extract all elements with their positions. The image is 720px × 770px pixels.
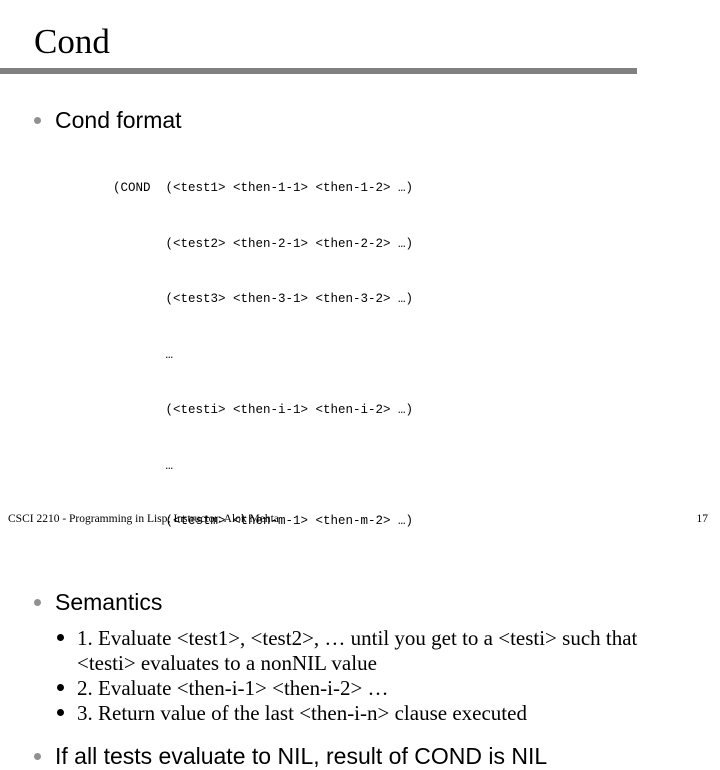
- bullet-all-nil-label: If all tests evaluate to NIL, result of …: [55, 742, 548, 769]
- code-line: (<testi> <then-i-1> <then-i-2> …): [113, 403, 414, 417]
- semantics-step-2-label: 2. Evaluate <then-i-1> <then-i-2> …: [77, 675, 389, 700]
- bullet-cond-format-label: Cond format: [55, 107, 182, 133]
- semantics-step-2: 2. Evaluate <then-i-1> <then-i-2> …: [0, 676, 720, 701]
- semantics-step-3-label: 3. Return value of the last <then-i-n> c…: [77, 700, 527, 725]
- bullet-semantics: Semantics: [0, 588, 720, 616]
- code-line: (<test2> <then-2-1> <then-2-2> …): [113, 236, 414, 251]
- code-block: (COND (<test1> <then-1-1> <then-1-2> …) …: [0, 142, 720, 568]
- page-title: Cond: [34, 22, 110, 61]
- footer-course-info: CSCI 2210 - Programming in Lisp; Instruc…: [8, 513, 279, 525]
- semantics-step-1: 1. Evaluate <test1>, <test2>, … until yo…: [0, 626, 720, 676]
- bullet-all-nil: If all tests evaluate to NIL, result of …: [0, 742, 720, 770]
- slide-body: Cond format (COND (<test1> <then-1-1> <t…: [0, 106, 720, 770]
- bullet-marker-icon: [57, 708, 64, 716]
- title-divider: [0, 68, 637, 74]
- footer-page-number: 17: [696, 513, 709, 525]
- code-line: …: [113, 347, 174, 362]
- bullet-marker-icon: [34, 598, 41, 606]
- bullet-marker-icon: [57, 683, 64, 691]
- bullet-semantics-label: Semantics: [55, 588, 163, 615]
- bullet-marker-icon: [57, 633, 64, 641]
- code-line: …: [113, 458, 174, 473]
- semantics-step-1-label: 1. Evaluate <test1>, <test2>, … until yo…: [77, 625, 638, 675]
- bullet-marker-icon: [34, 117, 41, 124]
- code-line: (<test3> <then-3-1> <then-3-2> …): [113, 292, 414, 306]
- semantics-step-3: 3. Return value of the last <then-i-n> c…: [0, 701, 720, 726]
- bullet-cond-format: Cond format: [0, 106, 720, 134]
- bullet-marker-icon: [34, 752, 41, 760]
- code-line: (COND (<test1> <then-1-1> <then-1-2> …): [113, 181, 414, 195]
